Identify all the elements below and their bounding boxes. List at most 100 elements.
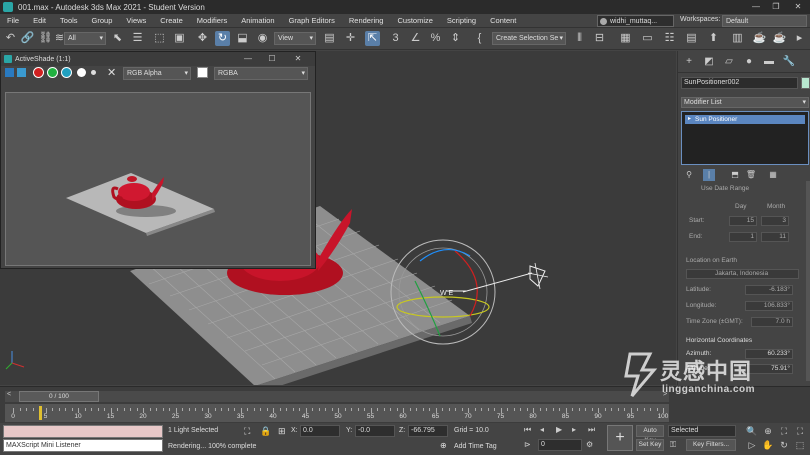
menu-file[interactable]: File	[0, 16, 26, 25]
go-to-end-icon[interactable]: ⏭	[588, 425, 595, 435]
show-end-result-icon[interactable]: |	[703, 169, 715, 181]
display-tab-icon[interactable]: ▬	[762, 55, 776, 69]
angle-snap-icon[interactable]: ∠	[408, 31, 423, 46]
key-filters-button[interactable]: Key Filters...	[686, 439, 736, 451]
play-icon[interactable]: ▶	[556, 425, 562, 434]
select-manipulate-icon[interactable]: ✛	[343, 31, 358, 46]
orbit-icon[interactable]: ↻	[778, 440, 790, 451]
menu-scripting[interactable]: Scripting	[440, 16, 483, 25]
zoom-icon[interactable]: 🔍	[746, 426, 758, 437]
maximize-viewport-icon[interactable]: ⬚	[794, 440, 806, 451]
zoom-extents-all-icon[interactable]: ⛶	[794, 426, 806, 437]
select-by-name-icon[interactable]: ☰	[130, 31, 145, 46]
time-slider[interactable]: < 0 / 100 >	[5, 391, 669, 402]
time-slider-prev-button[interactable]: <	[7, 391, 11, 398]
keyboard-shortcut-override-icon[interactable]: ⇱	[365, 31, 380, 46]
rendered-frame-icon[interactable]: ☕	[752, 31, 767, 46]
menu-animation[interactable]: Animation	[234, 16, 281, 25]
longitude-field[interactable]: 106.833°	[745, 301, 793, 311]
menu-graph-editors[interactable]: Graph Editors	[282, 16, 342, 25]
current-frame-marker[interactable]	[39, 406, 42, 420]
track-bar[interactable]: 0 5 10 15 20 25 30 35 40 45 50 55 60 65 70 75 80 85 90 95 10…	[5, 404, 669, 422]
timezone-field[interactable]: 7.0 h	[751, 317, 793, 327]
render-setup-icon[interactable]: ▥	[730, 31, 745, 46]
menu-content[interactable]: Content	[483, 16, 523, 25]
curve-editor-icon[interactable]: ☷	[662, 31, 677, 46]
next-frame-icon[interactable]: ▸	[572, 425, 576, 434]
blue-channel-icon[interactable]	[61, 67, 72, 78]
modify-tab-icon[interactable]: ◩	[702, 55, 716, 69]
use-date-range-checkbox[interactable]: Use Date Range	[701, 185, 749, 192]
key-mode-toggle-icon[interactable]: ⚿	[670, 440, 676, 450]
object-name-field[interactable]: SunPositioner002	[681, 77, 798, 89]
edit-named-sets-icon[interactable]: {	[472, 31, 487, 46]
red-channel-icon[interactable]	[33, 67, 44, 78]
motion-tab-icon[interactable]: ●	[742, 55, 756, 69]
menu-tools[interactable]: Tools	[53, 16, 85, 25]
stack-item-sun-positioner[interactable]: ▸ Sun Positioner	[685, 115, 805, 124]
selected-set-dropdown[interactable]: Selected	[668, 425, 736, 437]
menu-edit[interactable]: Edit	[26, 16, 53, 25]
activeshade-window[interactable]: ActiveShade (1:1) — ☐ ✕ ✕ RGB Alpha RGBA	[0, 51, 316, 269]
time-slider-thumb[interactable]: 0 / 100	[19, 391, 99, 402]
configure-sets-icon[interactable]: ▦	[767, 169, 779, 181]
rotate-icon[interactable]: ↻	[215, 31, 230, 46]
undo-icon[interactable]: ↶	[3, 31, 18, 46]
render-icon[interactable]: ☕	[772, 31, 787, 46]
time-config-icon[interactable]: ⚙	[586, 440, 593, 449]
layer-icon[interactable]: ▦	[618, 31, 633, 46]
latitude-field[interactable]: -6.183°	[745, 285, 793, 295]
activeshade-close-button[interactable]: ✕	[289, 52, 307, 66]
z-coord-field[interactable]: -66.795	[408, 425, 448, 437]
menu-views[interactable]: Views	[119, 16, 153, 25]
fov-icon[interactable]: ▷	[746, 440, 758, 451]
select-icon[interactable]: ⬉	[110, 31, 125, 46]
end-month-field[interactable]: 11	[761, 232, 789, 242]
save-image-icon[interactable]	[5, 68, 14, 77]
object-color-swatch[interactable]	[801, 77, 810, 89]
channel-dropdown[interactable]: RGB Alpha	[123, 67, 191, 80]
unlink-icon[interactable]: ⛓	[38, 31, 53, 46]
background-color-swatch[interactable]	[197, 67, 208, 78]
rect-region-icon[interactable]: ⬚	[152, 31, 167, 46]
user-account-button[interactable]: widhi_muttaq...	[597, 15, 674, 27]
make-unique-icon[interactable]: ⬒	[729, 169, 741, 181]
modifier-stack[interactable]: ▸ Sun Positioner	[681, 111, 809, 165]
time-tag-icon[interactable]: ⊕	[440, 441, 447, 450]
restore-button[interactable]: ❐	[766, 0, 786, 14]
hierarchy-tab-icon[interactable]: ▱	[722, 55, 736, 69]
zoom-extents-icon[interactable]: ⛶	[778, 426, 790, 437]
pivot-icon[interactable]: ▤	[322, 31, 337, 46]
move-icon[interactable]: ✥	[195, 31, 210, 46]
auto-key-button[interactable]: Auto Key	[636, 425, 664, 444]
key-mode-icon[interactable]: ⊳	[524, 440, 531, 449]
menu-rendering[interactable]: Rendering	[342, 16, 391, 25]
green-channel-icon[interactable]	[47, 67, 58, 78]
pin-stack-icon[interactable]: ⚲	[683, 169, 695, 181]
add-time-tag-button[interactable]: Add Time Tag	[454, 443, 497, 450]
zoom-all-icon[interactable]: ⊕	[762, 426, 774, 437]
pan-icon[interactable]: ✋	[762, 440, 774, 451]
selection-filter-dropdown[interactable]: All	[64, 32, 106, 45]
isolate-icon[interactable]: ⛶	[244, 426, 250, 437]
mirror-icon[interactable]: ⫴	[572, 31, 587, 46]
ribbon-icon[interactable]: ▭	[640, 31, 655, 46]
maxscript-output[interactable]	[3, 425, 163, 438]
menu-modifiers[interactable]: Modifiers	[190, 16, 234, 25]
clear-icon[interactable]: ✕	[107, 66, 116, 79]
minimize-button[interactable]: —	[746, 0, 766, 14]
lock-selection-icon[interactable]: 🔒	[260, 426, 271, 437]
percent-snap-icon[interactable]: %	[428, 31, 443, 46]
copy-image-icon[interactable]	[17, 68, 26, 77]
go-to-start-icon[interactable]: ⏮	[524, 425, 531, 435]
modifier-list-dropdown[interactable]: Modifier List	[681, 97, 809, 108]
schematic-icon[interactable]: ▤	[684, 31, 699, 46]
previous-frame-icon[interactable]: ◂	[540, 425, 544, 434]
create-tab-icon[interactable]: +	[682, 55, 696, 69]
current-frame-field[interactable]: 0	[538, 439, 582, 451]
start-month-field[interactable]: 3	[761, 216, 789, 226]
menu-group[interactable]: Group	[85, 16, 120, 25]
align-icon[interactable]: ⊟	[592, 31, 607, 46]
monochrome-icon[interactable]	[91, 70, 96, 75]
set-key-big-button[interactable]: +	[607, 425, 633, 451]
